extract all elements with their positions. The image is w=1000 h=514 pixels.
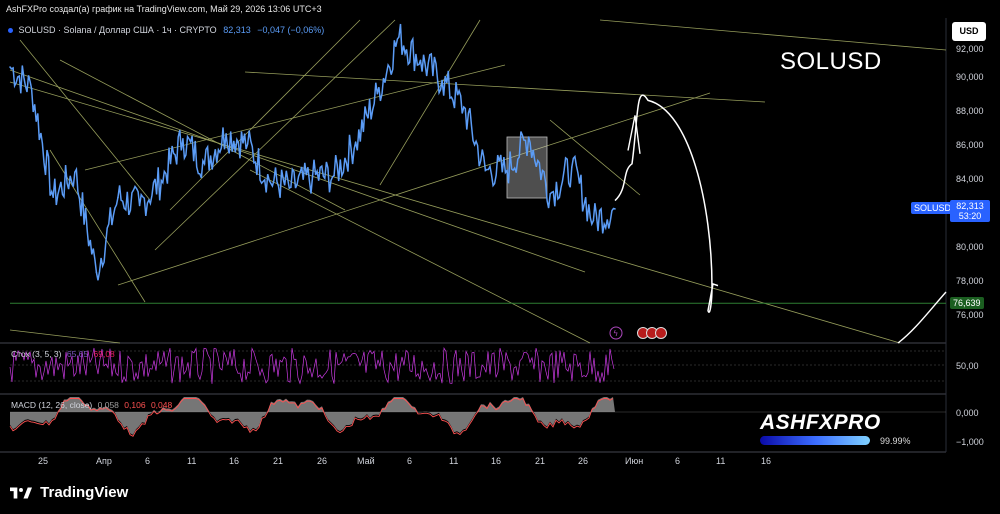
- countdown: 53:20: [958, 211, 982, 221]
- price-point: [463, 106, 465, 108]
- macd-y-tick: 0,000: [956, 408, 979, 418]
- support-price-tag: 76,639: [950, 297, 984, 309]
- flag-icon: [655, 327, 667, 339]
- price-point: [549, 193, 551, 195]
- trend-line: [59, 59, 346, 211]
- price-point: [354, 141, 357, 143]
- price-point: [419, 59, 422, 62]
- x-tick: 11: [187, 456, 197, 466]
- price-point: [290, 186, 292, 188]
- x-tick: Май: [357, 456, 375, 466]
- price-point: [398, 36, 400, 38]
- price-point: [9, 66, 11, 68]
- x-tick: 6: [145, 456, 151, 466]
- consolidation-box: [506, 136, 548, 199]
- tradingview-logo-icon: [10, 487, 32, 499]
- tradingview-logo[interactable]: TradingView: [10, 484, 128, 501]
- trend-lines: [9, 19, 947, 344]
- x-tick: 11: [449, 456, 459, 466]
- y-tick: 80,000: [956, 242, 984, 252]
- price-point: [95, 271, 98, 274]
- x-tick: 16: [761, 456, 772, 466]
- x-tick: 16: [229, 456, 240, 466]
- brand-percent: 99.99%: [880, 436, 911, 446]
- price-point: [203, 163, 206, 165]
- y-tick: 84,000: [956, 174, 984, 184]
- brand-name: ASHFXPRO: [760, 411, 881, 434]
- price-point: [138, 204, 141, 207]
- macd-hist-value: 0,058: [97, 400, 119, 410]
- price-point: [160, 179, 163, 182]
- macd-y-tick: −1,000: [956, 437, 984, 447]
- y-tick: 76,000: [956, 310, 984, 320]
- x-tick: 21: [535, 456, 546, 466]
- x-tick: 6: [675, 456, 681, 466]
- x-tick: 26: [317, 456, 328, 466]
- x-tick: Апр: [96, 456, 112, 466]
- trend-line: [599, 19, 947, 51]
- trend-line: [117, 92, 711, 286]
- x-tick: 6: [407, 456, 413, 466]
- x-tick: 26: [578, 456, 589, 466]
- trend-line: [244, 71, 766, 103]
- price-point: [376, 92, 379, 95]
- trend-line: [19, 39, 151, 201]
- current-price-tag: 82,313 53:20: [950, 200, 990, 222]
- y-tick: 88,000: [956, 106, 984, 116]
- price-point: [246, 143, 249, 145]
- price-point: [74, 171, 76, 173]
- price-point: [117, 196, 119, 198]
- price-point: [592, 219, 595, 222]
- tradingview-logo-text: TradingView: [40, 484, 129, 501]
- projection-arrow: [614, 94, 719, 313]
- macd-legend[interactable]: MACD (12, 26, close) 0,058 0,106 0,048: [11, 400, 172, 410]
- y-tick: 78,000: [956, 276, 984, 286]
- brand-progress-bar: [760, 436, 870, 445]
- trend-line: [9, 69, 586, 273]
- y-tick: 90,000: [956, 72, 984, 82]
- x-tick: 25: [38, 456, 49, 466]
- y-tick: 86,000: [956, 140, 984, 150]
- price-point: [571, 166, 573, 168]
- stoch-d-value: 69,08: [93, 349, 115, 359]
- price-point: [268, 179, 271, 182]
- symbol-price-tag: SOLUSD: [911, 202, 955, 214]
- recovery-arrow: [897, 291, 947, 344]
- current-price: 82,313: [956, 201, 984, 211]
- macd-label: MACD (12, 26, close): [11, 400, 93, 410]
- price-point: [527, 136, 530, 138]
- stoch-label: Стох (3, 5, 3): [11, 349, 62, 359]
- macd-line-value: 0,106: [124, 400, 146, 410]
- trend-line: [549, 119, 641, 196]
- price-point: [311, 176, 314, 178]
- stoch-y-tick: 50,00: [956, 361, 979, 371]
- stoch-legend[interactable]: Стох (3, 5, 3) 65,65 69,08: [11, 349, 115, 359]
- y-tick: 92,000: [956, 44, 984, 54]
- lightning-glyph: ϟ: [613, 329, 618, 338]
- price-point: [30, 87, 33, 90]
- price-point: [506, 169, 508, 172]
- x-tick: Июн: [625, 456, 644, 466]
- x-tick: 11: [716, 456, 726, 466]
- support-price: 76,639: [953, 298, 981, 308]
- price-point: [52, 196, 54, 198]
- price-point: [333, 174, 335, 177]
- macd-signal-value: 0,048: [150, 400, 173, 410]
- trend-line: [9, 81, 901, 344]
- x-tick: 16: [491, 456, 502, 466]
- symbol-tag-label: SOLUSD: [914, 203, 952, 213]
- stoch-k-value: 65,65: [66, 349, 89, 359]
- price-point: [484, 169, 487, 172]
- price-point: [614, 208, 616, 210]
- price-point: [182, 138, 184, 140]
- trend-line: [9, 329, 121, 344]
- x-tick: 21: [273, 456, 284, 466]
- price-point: [225, 133, 227, 135]
- price-point: [441, 79, 443, 82]
